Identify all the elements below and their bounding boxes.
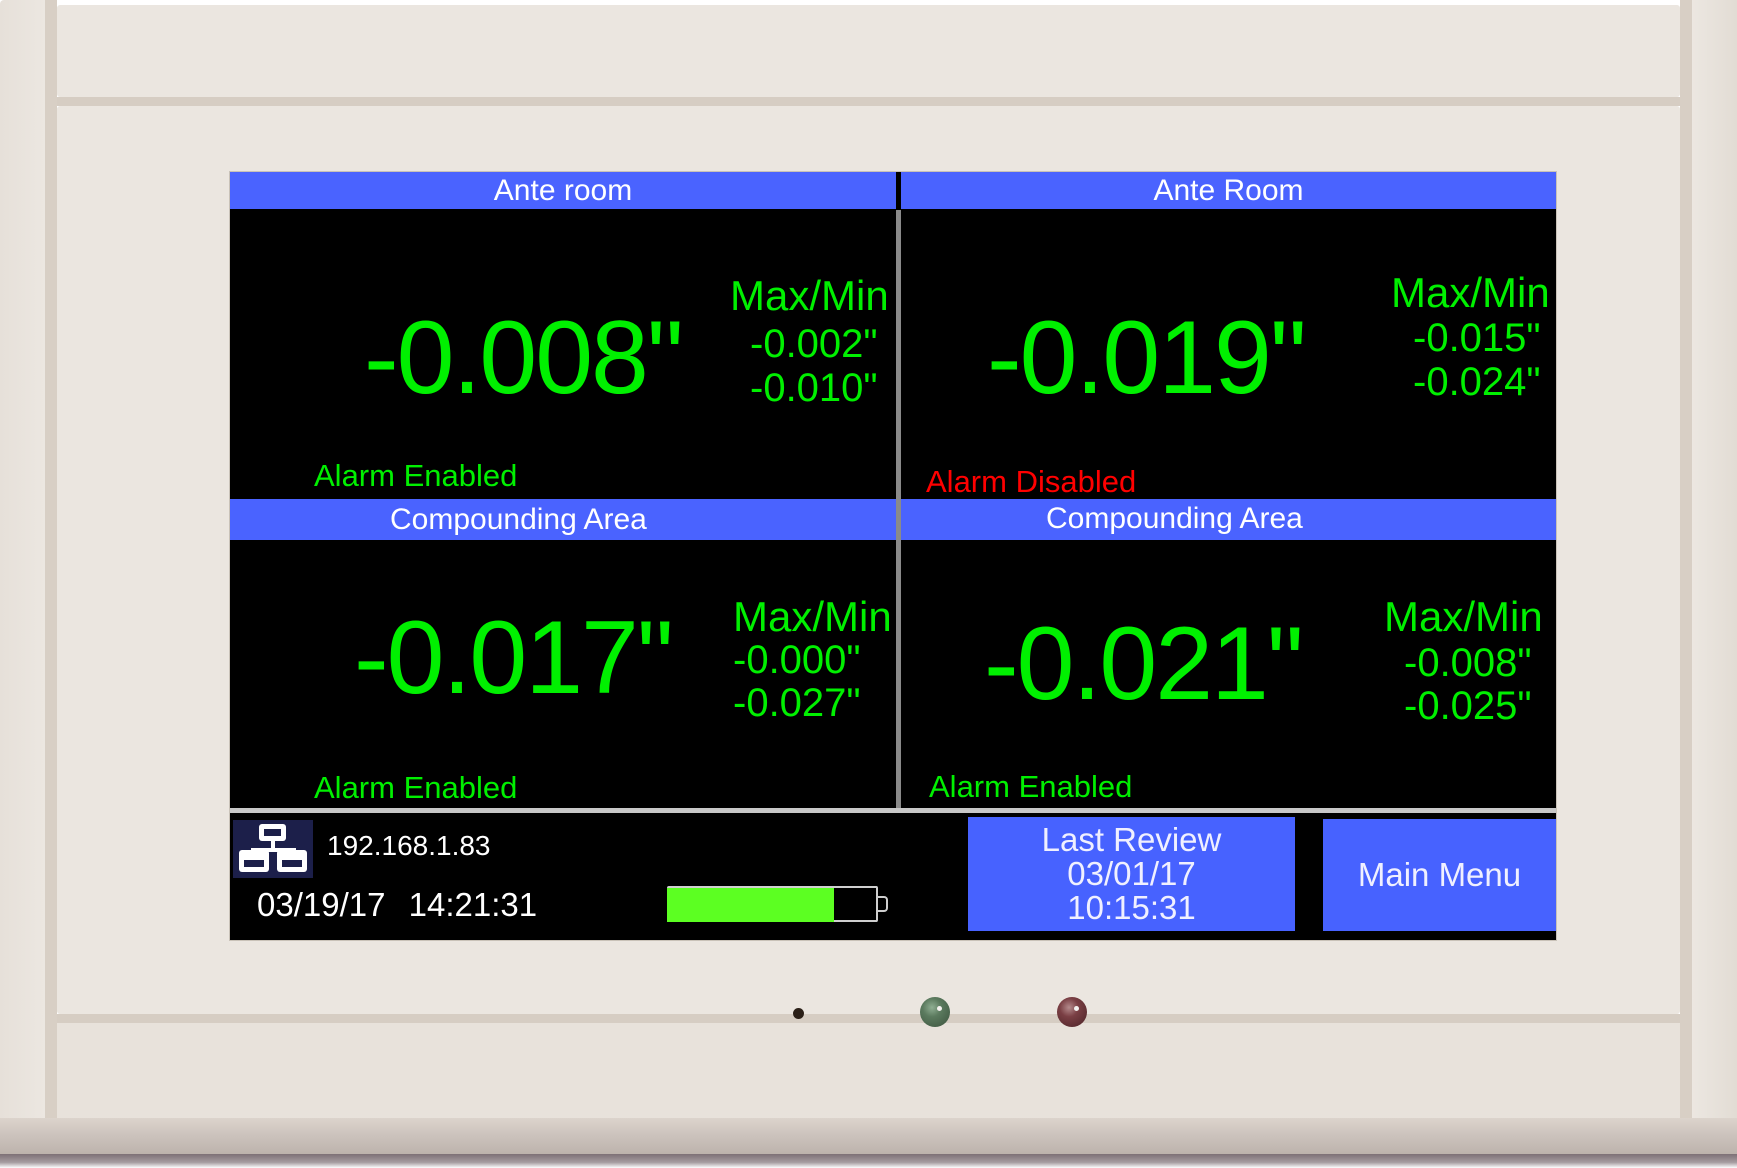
zone-compounding-area-1[interactable]: Compounding Area -0.017" Max/Min -0.000"… [230, 499, 896, 808]
zone-title: Ante room [230, 172, 896, 209]
min-value: -0.010" [750, 366, 878, 410]
green-status-led [920, 997, 950, 1027]
housing-groove-right [1680, 0, 1692, 1140]
battery-terminal [878, 896, 888, 912]
zone-ante-room-1[interactable]: Ante room -0.008" Max/Min -0.002" -0.010… [230, 172, 896, 502]
housing-left-rail [0, 0, 45, 1155]
pressure-reading: -0.008" [364, 300, 684, 416]
max-value: -0.015" [1413, 316, 1541, 360]
current-datetime: 03/19/17 14:21:31 [257, 886, 537, 924]
main-menu-button[interactable]: Main Menu [1323, 819, 1556, 931]
min-value: -0.027" [733, 681, 861, 725]
light-sensor [793, 1008, 804, 1019]
alarm-status: Alarm Disabled [926, 464, 1137, 499]
battery-icon [667, 886, 897, 924]
maxmin-label: Max/Min [1384, 593, 1543, 640]
current-date: 03/19/17 [257, 886, 386, 923]
zone-compounding-area-2[interactable]: Compounding Area -0.021" Max/Min -0.008"… [901, 499, 1556, 808]
zone-divider-horizontal [230, 808, 1556, 813]
network-icon[interactable] [233, 820, 313, 878]
red-alarm-led [1057, 997, 1087, 1027]
housing-bottom-panel [57, 1023, 1680, 1120]
battery-level [667, 888, 834, 922]
housing-bevel [0, 1118, 1737, 1154]
housing-right-rail [1692, 0, 1737, 1155]
pressure-reading: -0.017" [354, 600, 674, 716]
maxmin-label: Max/Min [730, 272, 889, 319]
zone-title: Ante Room [901, 172, 1556, 209]
zone-title: Compounding Area [901, 499, 1556, 540]
alarm-status: Alarm Enabled [314, 770, 518, 805]
maxmin-label: Max/Min [1391, 269, 1550, 316]
housing-top-panel [57, 5, 1680, 97]
maxmin-label: Max/Min [733, 593, 892, 640]
max-value: -0.002" [750, 322, 878, 366]
pressure-reading: -0.019" [987, 300, 1307, 416]
min-value: -0.025" [1404, 684, 1532, 728]
housing-groove-bottom [57, 1014, 1680, 1023]
alarm-status: Alarm Enabled [314, 458, 518, 493]
zone-divider-vertical [896, 210, 901, 810]
last-review-label: Last Review [1041, 821, 1222, 858]
max-value: -0.008" [1404, 641, 1532, 685]
housing-groove-left [45, 0, 57, 1140]
touchscreen: Ante room -0.008" Max/Min -0.002" -0.010… [230, 172, 1556, 940]
min-value: -0.024" [1413, 360, 1541, 404]
zone-ante-room-2[interactable]: Ante Room -0.019" Max/Min -0.015" -0.024… [901, 172, 1556, 502]
last-review-time: 10:15:31 [1067, 889, 1196, 926]
housing-shadow [0, 1154, 1737, 1168]
alarm-status: Alarm Enabled [929, 769, 1133, 804]
zone-title: Compounding Area [230, 499, 896, 540]
housing-groove-top [57, 97, 1680, 106]
last-review-button[interactable]: Last Review 03/01/17 10:15:31 [968, 817, 1295, 931]
current-time: 14:21:31 [408, 886, 538, 923]
ip-address: 192.168.1.83 [327, 830, 491, 861]
last-review-date: 03/01/17 [1067, 855, 1196, 892]
max-value: -0.000" [733, 638, 861, 682]
pressure-reading: -0.021" [984, 606, 1304, 722]
